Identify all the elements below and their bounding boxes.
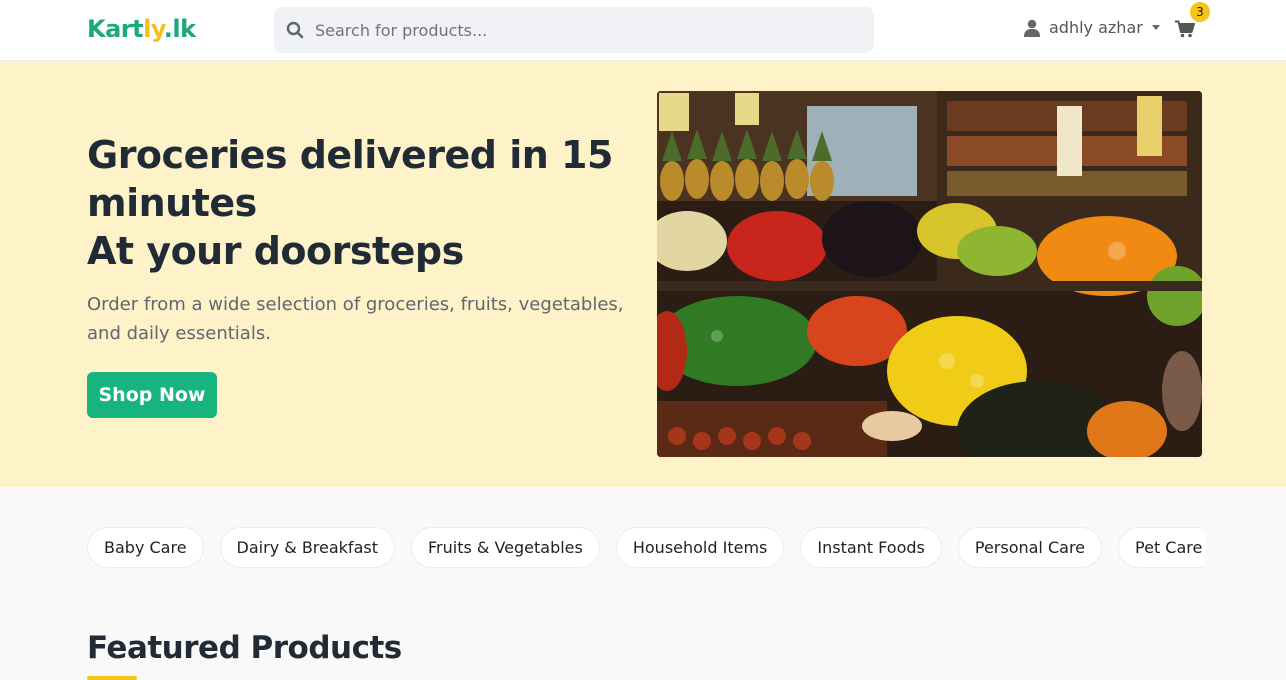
hero-title: Groceries delivered in 15 minutes At you… [87, 131, 647, 275]
category-chip[interactable]: Household Items [615, 527, 785, 568]
grocery-produce-photo [657, 91, 1202, 457]
category-chip[interactable]: Fruits & Vegetables [410, 527, 600, 568]
hero-title-line-2: minutes [87, 181, 257, 225]
chevron-down-icon [1151, 25, 1160, 30]
category-chip[interactable]: Instant Foods [800, 527, 942, 568]
hero-title-line-3: At your doorsteps [87, 229, 464, 273]
hero-subtitle: Order from a wide selection of groceries… [87, 294, 624, 344]
user-menu[interactable]: adhly azhar [1024, 18, 1160, 37]
category-chip[interactable]: Dairy & Breakfast [219, 527, 395, 568]
hero-image [657, 91, 1202, 457]
search-input[interactable] [315, 20, 855, 40]
user-icon [1024, 19, 1042, 37]
category-chip[interactable]: Personal Care [957, 527, 1103, 568]
category-chip[interactable]: Baby Care [87, 527, 204, 568]
hero-title-line-1: Groceries delivered in 15 [87, 133, 613, 177]
logo-part-lk: .lk [163, 15, 196, 43]
shop-now-button[interactable]: Shop Now [87, 372, 217, 418]
top-navbar: Kartly.lk adhly azhar 3 [0, 0, 1286, 61]
category-chip[interactable]: Pet Care [1118, 527, 1205, 568]
cart-icon[interactable] [1175, 20, 1197, 40]
heading-underline [87, 676, 137, 680]
logo[interactable]: Kartly.lk [87, 15, 196, 43]
user-name: adhly azhar [1049, 18, 1143, 37]
category-chip-list: Baby Care Dairy & Breakfast Fruits & Veg… [87, 527, 1205, 568]
featured-products-heading: Featured Products [87, 630, 402, 666]
logo-part-kart: Kart [87, 15, 144, 43]
logo-part-ly: ly [143, 15, 164, 43]
hero-banner: Groceries delivered in 15 minutes At you… [0, 62, 1286, 487]
cart-count-badge: 3 [1190, 2, 1210, 22]
search-bar[interactable] [274, 7, 874, 53]
search-icon [286, 21, 304, 39]
